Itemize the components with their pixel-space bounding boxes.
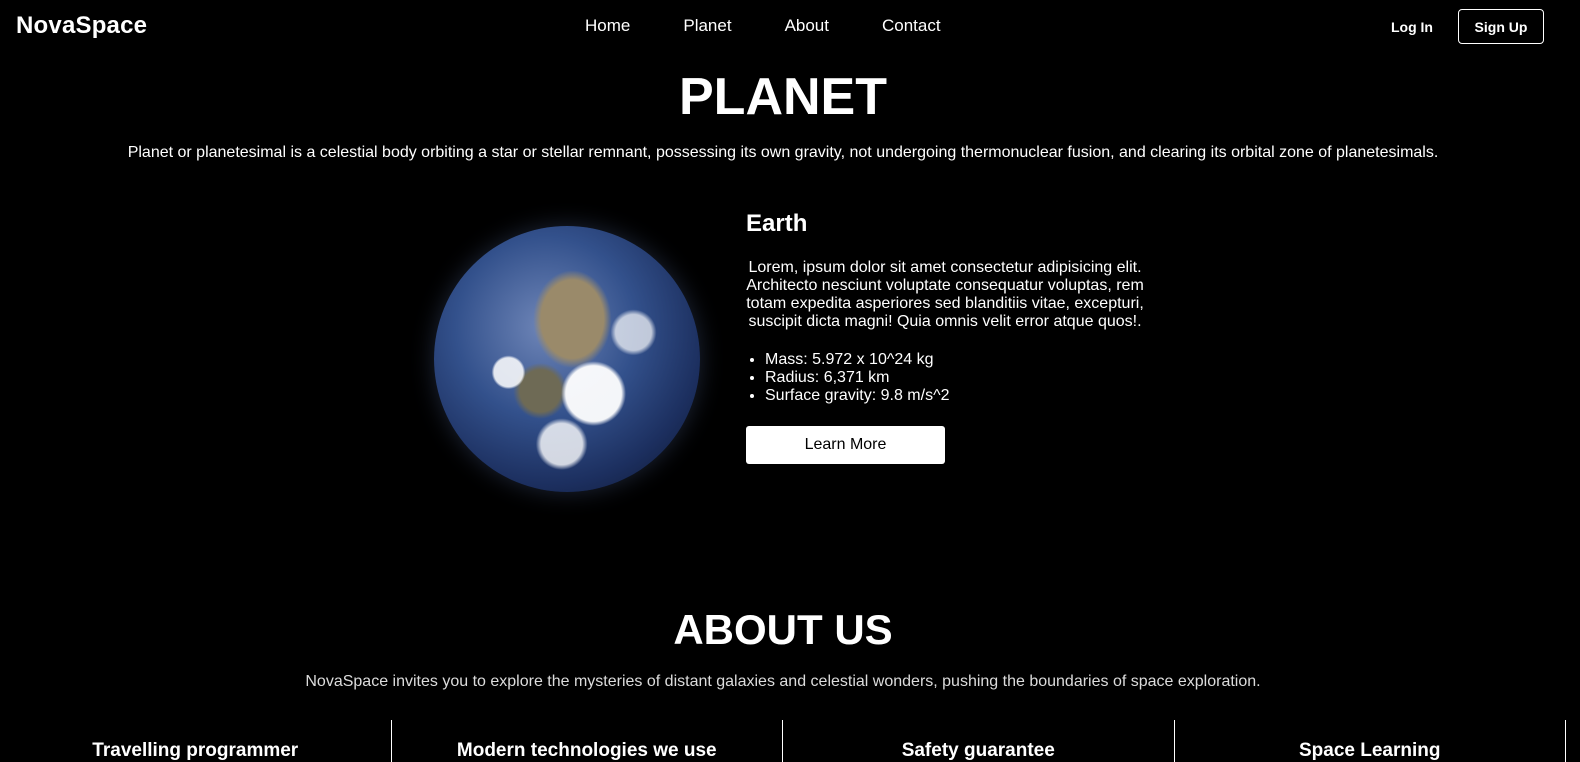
main-nav: Home Planet About Contact — [585, 17, 941, 35]
nav-planet-link[interactable]: Planet — [683, 17, 731, 35]
site-logo[interactable]: NovaSpace — [16, 12, 147, 40]
planet-fact-mass: Mass: 5.972 x 10^24 kg — [765, 351, 1146, 369]
nav-about-link[interactable]: About — [785, 17, 829, 35]
feature-safety-guarantee: Safety guarantee — [783, 720, 1175, 762]
earth-image — [434, 226, 700, 492]
planet-section-description: Planet or planetesimal is a celestial bo… — [127, 144, 1439, 161]
page: NovaSpace Home Planet About Contact Log … — [0, 0, 1566, 762]
feature-travelling-programmer: Travelling programmer — [0, 720, 392, 762]
about-features: Travelling programmer Modern technologie… — [0, 720, 1566, 762]
login-button[interactable]: Log In — [1391, 19, 1433, 35]
planet-info-card: Earth Lorem, ipsum dolor sit amet consec… — [746, 210, 1146, 464]
about-section-title: ABOUT US — [673, 606, 893, 653]
planet-section-title: PLANET — [679, 68, 887, 126]
planet-fact-gravity: Surface gravity: 9.8 m/s^2 — [765, 387, 1146, 405]
signup-button[interactable]: Sign Up — [1458, 9, 1544, 44]
nav-contact-link[interactable]: Contact — [882, 17, 941, 35]
planet-name: Earth — [746, 210, 808, 237]
learn-more-button[interactable]: Learn More — [746, 426, 945, 464]
planet-facts-list: Mass: 5.972 x 10^24 kg Radius: 6,371 km … — [746, 351, 1146, 405]
planet-fact-radius: Radius: 6,371 km — [765, 369, 1146, 387]
feature-space-learning: Space Learning — [1175, 720, 1566, 762]
planet-text: Lorem, ipsum dolor sit amet consectetur … — [746, 259, 1144, 330]
feature-modern-technologies: Modern technologies we use — [392, 720, 783, 762]
about-section-description: NovaSpace invites you to explore the mys… — [305, 673, 1261, 690]
nav-home-link[interactable]: Home — [585, 17, 630, 35]
